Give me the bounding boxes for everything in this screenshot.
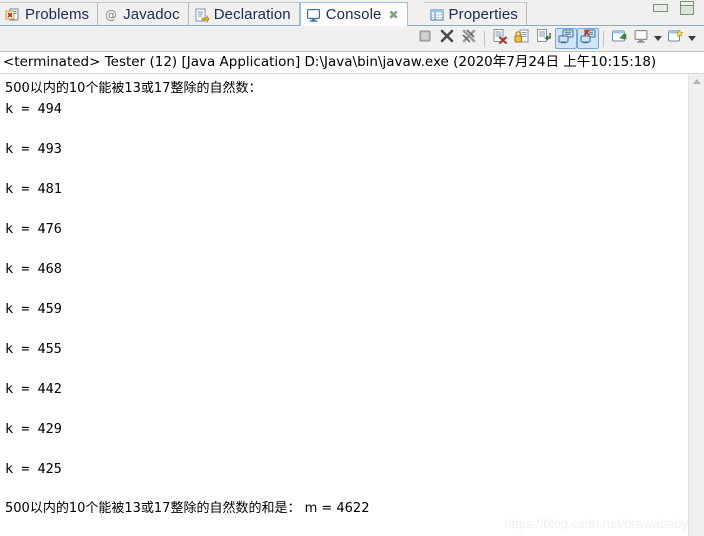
declaration-icon [194, 7, 210, 23]
terminate-button[interactable] [414, 28, 436, 49]
show-console-on-error-button[interactable] [577, 28, 599, 49]
console-icon [306, 7, 322, 23]
clear-console-button[interactable] [489, 28, 511, 49]
toolbar-separator-1 [484, 30, 485, 47]
console-line: k = 442 [5, 381, 62, 397]
tab-list: Problems @ Javadoc Declaration Console ✖… [0, 0, 543, 26]
pin-console-icon [611, 28, 627, 49]
tab-declaration-label: Declaration [213, 6, 291, 23]
console-vertical-scrollbar[interactable] [688, 74, 704, 536]
tab-console-label: Console [325, 6, 382, 23]
word-wrap-icon [536, 28, 552, 49]
pin-console-button[interactable] [608, 28, 630, 49]
word-wrap-button[interactable] [533, 28, 555, 49]
console-line: k = 468 [5, 261, 62, 277]
tab-console[interactable]: Console ✖ [299, 2, 408, 26]
scroll-lock-button[interactable] [511, 28, 533, 49]
console-output-text[interactable]: 500以内的10个能被13或17整除的自然数： k = 494 k = 493 k… [0, 74, 688, 536]
remove-all-terminated-button[interactable] [458, 28, 480, 49]
scroll-up-arrow-icon[interactable] [689, 74, 704, 89]
console-line: 500以内的10个能被13或17整除的自然数的和是： m = 4622 [5, 501, 370, 516]
remove-all-x-icon [461, 28, 477, 49]
svg-text:@: @ [105, 8, 117, 22]
javadoc-icon: @ [103, 7, 119, 23]
console-toolbar [0, 26, 704, 52]
show-console-output-icon [558, 28, 574, 49]
open-console-icon [667, 28, 684, 49]
display-selected-console-button[interactable] [630, 28, 652, 49]
scroll-lock-icon [514, 28, 530, 49]
show-console-error-icon [580, 28, 596, 49]
tab-tail-decoration [407, 2, 424, 26]
open-console-button[interactable] [664, 28, 686, 49]
display-console-icon [633, 28, 649, 49]
tab-problems[interactable]: Problems [0, 2, 99, 26]
console-line: k = 493 [5, 141, 62, 157]
remove-x-icon [439, 28, 455, 49]
tab-declaration[interactable]: Declaration [188, 2, 300, 26]
properties-icon [429, 7, 445, 23]
console-line: k = 494 [5, 101, 62, 117]
console-line: k = 425 [5, 461, 62, 477]
display-console-dropdown-arrow[interactable] [652, 28, 664, 49]
tab-javadoc[interactable]: @ Javadoc [98, 2, 189, 26]
remove-launch-button[interactable] [436, 28, 458, 49]
console-line: k = 459 [5, 301, 62, 317]
tab-problems-label: Problems [25, 6, 90, 23]
console-line: k = 455 [5, 341, 62, 357]
maximize-icon[interactable] [680, 1, 694, 15]
show-console-on-output-button[interactable] [555, 28, 577, 49]
console-line: k = 481 [5, 181, 62, 197]
view-window-buttons [653, 0, 704, 26]
open-console-dropdown-arrow[interactable] [686, 28, 698, 49]
tab-bar-spacer [543, 2, 653, 26]
clear-console-icon [492, 28, 508, 49]
console-view: Problems @ Javadoc Declaration Console ✖… [0, 0, 704, 536]
close-icon[interactable]: ✖ [388, 9, 398, 21]
stop-square-icon [417, 28, 433, 49]
console-line: k = 429 [5, 421, 62, 437]
view-tab-bar: Problems @ Javadoc Declaration Console ✖… [0, 0, 704, 26]
tab-properties[interactable]: Properties [423, 2, 527, 26]
console-line: 500以内的10个能被13或17整除的自然数： [5, 81, 262, 96]
minimize-icon[interactable] [653, 4, 668, 12]
tab-javadoc-label: Javadoc [123, 6, 180, 23]
tab-properties-label: Properties [448, 6, 518, 23]
tab-tail-decoration-2 [526, 2, 543, 26]
console-output-area: 500以内的10个能被13或17整除的自然数： k = 494 k = 493 k… [0, 74, 704, 536]
problems-icon [5, 7, 21, 23]
console-launch-header: <terminated> Tester (12) [Java Applicati… [0, 52, 704, 74]
console-line: k = 476 [5, 221, 62, 237]
toolbar-separator-2 [603, 30, 604, 47]
